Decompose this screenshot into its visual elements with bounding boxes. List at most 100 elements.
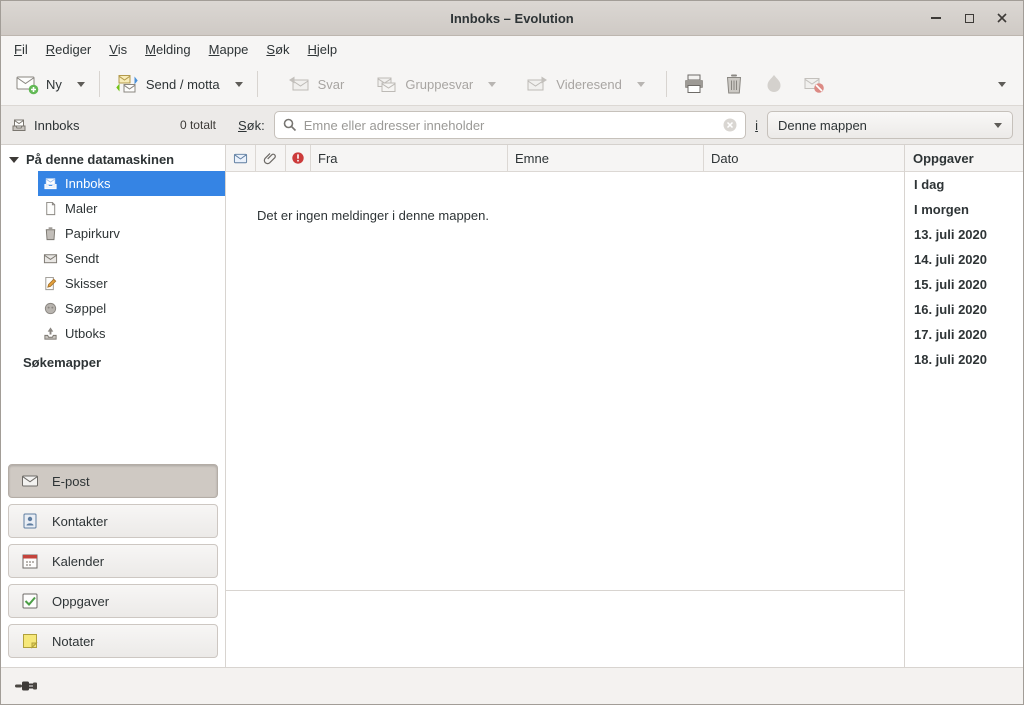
- folder-tree-root[interactable]: På denne datamaskinen: [1, 145, 225, 171]
- search-label: Søk:: [238, 118, 265, 133]
- view-switcher: E-post Kontakter Kalender: [1, 458, 225, 667]
- folder-item-innboks[interactable]: Innboks: [38, 171, 225, 196]
- folder-item-label: Søppel: [65, 301, 106, 316]
- minimize-icon: [931, 17, 941, 19]
- task-group-date[interactable]: 17. juli 2020: [905, 322, 1023, 347]
- toolbar-overflow-button[interactable]: [987, 66, 1017, 102]
- expander-icon[interactable]: [9, 157, 19, 163]
- folder-item-label: Papirkurv: [65, 226, 120, 241]
- search-icon: [282, 117, 298, 133]
- reply-all-dropdown-button[interactable]: [481, 66, 503, 102]
- folder-item-label: Innboks: [65, 176, 111, 191]
- contacts-icon: [21, 512, 39, 530]
- statusbar: [1, 667, 1023, 704]
- titlebar[interactable]: Innboks – Evolution: [1, 1, 1023, 36]
- close-button[interactable]: [993, 9, 1011, 27]
- search-input[interactable]: [304, 118, 716, 133]
- content-area: På denne datamaskinen Innboks Maler Papi…: [1, 145, 1023, 667]
- menu-item-rediger[interactable]: Rediger: [37, 37, 101, 62]
- junk-icon: [762, 72, 786, 96]
- search-scope-dropdown[interactable]: Denne mappen: [767, 111, 1013, 139]
- reply-button-label: Svar: [318, 77, 345, 92]
- column-subject-label: Emne: [515, 151, 549, 166]
- switcher-tasks-button[interactable]: Oppgaver: [8, 584, 218, 618]
- online-status-icon[interactable]: [15, 679, 43, 693]
- send-receive-button-label: Send / motta: [146, 77, 220, 92]
- menu-item-sok[interactable]: Søk: [257, 37, 298, 62]
- toolbar-separator: [99, 71, 100, 97]
- search-area: Søk: i Denne mappen: [226, 111, 1023, 139]
- menu-item-vis[interactable]: Vis: [100, 37, 136, 62]
- folder-item-skisser[interactable]: Skisser: [38, 271, 225, 296]
- toolbar-separator: [257, 71, 258, 97]
- folder-item-label: Maler: [65, 201, 98, 216]
- task-group-tomorrow[interactable]: I morgen: [905, 197, 1023, 222]
- menu-item-melding[interactable]: Melding: [136, 37, 200, 62]
- current-folder-label: Innboks: [34, 118, 80, 133]
- reply-button[interactable]: Svar: [279, 66, 353, 102]
- task-group-date[interactable]: 18. juli 2020: [905, 347, 1023, 372]
- clear-search-icon[interactable]: [722, 117, 738, 133]
- folder-item-sendt[interactable]: Sendt: [38, 246, 225, 271]
- message-list-body[interactable]: Det er ingen meldinger i denne mappen.: [226, 172, 904, 590]
- junk-icon: [43, 301, 58, 316]
- switcher-contacts-button[interactable]: Kontakter: [8, 504, 218, 538]
- chevron-down-icon: [998, 82, 1006, 87]
- forward-button-label: Videresend: [556, 77, 622, 92]
- folder-item-soppel[interactable]: Søppel: [38, 296, 225, 321]
- menubar: Fil Rediger Vis Melding Mappe Søk Hjelp: [1, 36, 1023, 63]
- menu-item-hjelp[interactable]: Hjelp: [299, 37, 347, 62]
- new-mail-icon: [15, 72, 39, 96]
- column-from[interactable]: Fra: [311, 145, 508, 171]
- folder-item-maler[interactable]: Maler: [38, 196, 225, 221]
- current-folder-indicator: Innboks 0 totalt: [1, 106, 226, 144]
- task-group-date[interactable]: 13. juli 2020: [905, 222, 1023, 247]
- delete-button[interactable]: [714, 66, 754, 102]
- folder-item-label: Skisser: [65, 276, 108, 291]
- column-priority[interactable]: [286, 145, 311, 171]
- templates-icon: [43, 201, 58, 216]
- outbox-icon: [43, 326, 58, 341]
- task-group-date[interactable]: 14. juli 2020: [905, 247, 1023, 272]
- send-receive-dropdown-button[interactable]: [228, 66, 250, 102]
- reply-all-button[interactable]: Gruppesvar: [366, 66, 481, 102]
- forward-dropdown-button[interactable]: [630, 66, 652, 102]
- folder-item-label: Sendt: [65, 251, 99, 266]
- switcher-label: Kontakter: [52, 514, 108, 529]
- column-from-label: Fra: [318, 151, 338, 166]
- task-group-date[interactable]: 16. juli 2020: [905, 297, 1023, 322]
- window-title: Innboks – Evolution: [1, 11, 1023, 26]
- menu-item-mappe[interactable]: Mappe: [200, 37, 258, 62]
- switcher-label: Kalender: [52, 554, 104, 569]
- switcher-label: Oppgaver: [52, 594, 109, 609]
- reply-all-button-label: Gruppesvar: [405, 77, 473, 92]
- message-preview-pane[interactable]: [226, 590, 904, 667]
- junk-button[interactable]: [754, 66, 794, 102]
- column-status[interactable]: [226, 145, 256, 171]
- task-group-today[interactable]: I dag: [905, 172, 1023, 197]
- tasks-icon: [21, 592, 39, 610]
- minimize-button[interactable]: [927, 9, 945, 27]
- column-subject[interactable]: Emne: [508, 145, 704, 171]
- switcher-mail-button[interactable]: E-post: [8, 464, 218, 498]
- switcher-calendar-button[interactable]: Kalender: [8, 544, 218, 578]
- drafts-icon: [43, 276, 58, 291]
- column-date[interactable]: Dato: [704, 145, 904, 171]
- new-dropdown-button[interactable]: [70, 66, 92, 102]
- chevron-down-icon: [637, 82, 645, 87]
- send-receive-button[interactable]: Send / motta: [107, 66, 228, 102]
- folder-item-utboks[interactable]: Utboks: [38, 321, 225, 346]
- folder-item-papirkurv[interactable]: Papirkurv: [38, 221, 225, 246]
- maximize-button[interactable]: [960, 9, 978, 27]
- forward-button[interactable]: Videresend: [517, 66, 630, 102]
- not-junk-button[interactable]: [794, 66, 834, 102]
- new-button[interactable]: Ny: [7, 66, 70, 102]
- folder-sidebar: På denne datamaskinen Innboks Maler Papi…: [1, 145, 226, 667]
- search-folders-root[interactable]: Søkemapper: [1, 346, 225, 376]
- task-group-date[interactable]: 15. juli 2020: [905, 272, 1023, 297]
- calendar-icon: [21, 552, 39, 570]
- menu-item-fil[interactable]: Fil: [5, 37, 37, 62]
- column-attachment[interactable]: [256, 145, 286, 171]
- switcher-notes-button[interactable]: Notater: [8, 624, 218, 658]
- print-button[interactable]: [674, 66, 714, 102]
